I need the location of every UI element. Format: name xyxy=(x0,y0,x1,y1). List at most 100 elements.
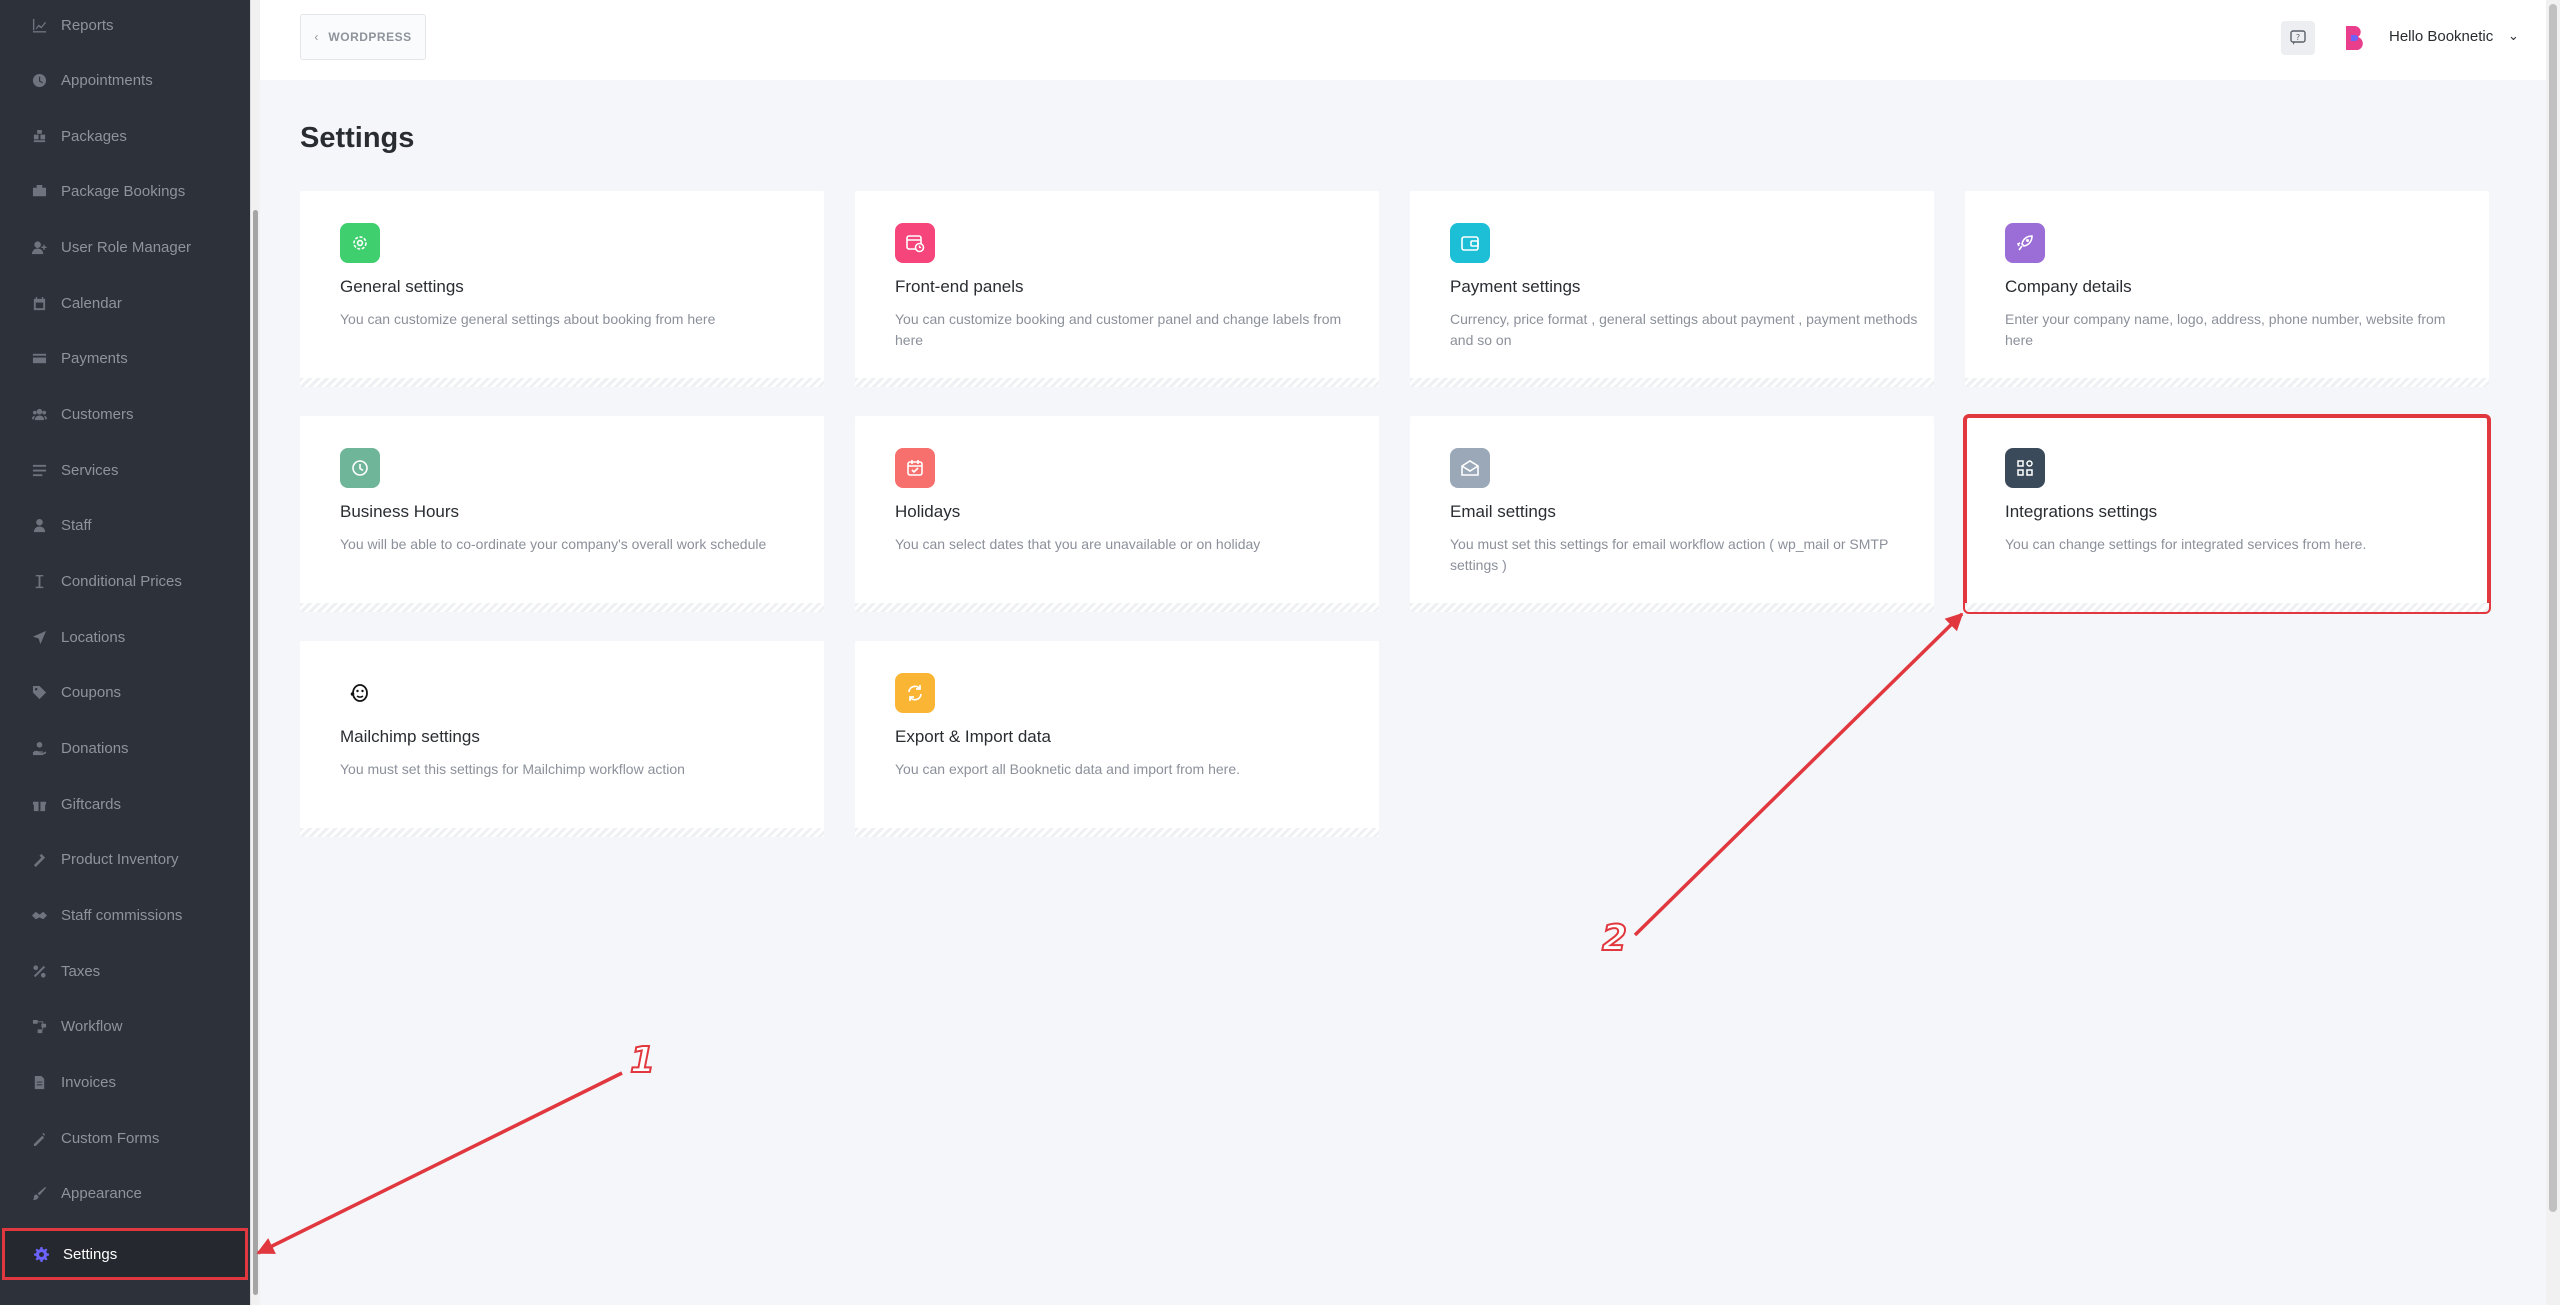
chevron-down-icon[interactable]: ⌄ xyxy=(2508,28,2519,44)
sidebar-item-conditional-prices[interactable]: Conditional Prices xyxy=(0,556,250,606)
sidebar-item-services[interactable]: Services xyxy=(0,445,250,495)
services-icon xyxy=(31,462,47,478)
sidebar-item-product-inventory[interactable]: Product Inventory xyxy=(0,834,250,884)
card-footer-pattern xyxy=(300,828,824,837)
card-description: You must set this settings for Mailchimp… xyxy=(340,761,685,777)
card-footer-pattern xyxy=(855,603,1379,612)
sidebar-item-label: Taxes xyxy=(61,962,101,980)
sidebar-item-locations[interactable]: Locations xyxy=(0,612,250,662)
page-scrollbar-thumb[interactable] xyxy=(2549,4,2557,1212)
gear-icon xyxy=(33,1246,49,1262)
clock-icon xyxy=(340,448,380,488)
card-footer-pattern xyxy=(855,378,1379,387)
staff-icon xyxy=(31,517,47,533)
sidebar-item-label: Custom Forms xyxy=(61,1129,160,1147)
sidebar-item-label: Package Bookings xyxy=(61,182,186,200)
customers-icon xyxy=(31,406,47,422)
sidebar-item-invoices[interactable]: Invoices xyxy=(0,1057,250,1107)
sidebar-item-settings[interactable]: Settings xyxy=(2,1228,248,1280)
sidebar-item-package-bookings[interactable]: Package Bookings xyxy=(0,166,250,216)
invoice-icon xyxy=(31,1074,47,1090)
payments-icon xyxy=(31,350,47,366)
annotation-arrow-2 xyxy=(1633,612,1964,937)
rocket-icon xyxy=(2005,223,2045,263)
gift-icon xyxy=(31,796,47,812)
sidebar-item-appointments[interactable]: Appointments xyxy=(0,55,250,105)
help-button[interactable]: ? xyxy=(2281,21,2315,55)
settings-card-mailchimp[interactable]: Mailchimp settings You must set this set… xyxy=(300,641,824,837)
page-scrollbar[interactable] xyxy=(2546,0,2560,1305)
sidebar-item-taxes[interactable]: Taxes xyxy=(0,946,250,996)
gear-icon xyxy=(340,223,380,263)
sidebar-item-payments[interactable]: Payments xyxy=(0,333,250,383)
sidebar-item-label: Staff xyxy=(61,516,92,534)
sidebar-item-staff-commissions[interactable]: Staff commissions xyxy=(0,890,250,940)
sidebar-item-label: Customers xyxy=(61,405,134,423)
sidebar-item-reports[interactable]: Reports xyxy=(0,0,250,50)
calendar-check-icon xyxy=(895,448,935,488)
sidebar-item-appearance[interactable]: Appearance xyxy=(0,1168,250,1218)
workflow-icon xyxy=(31,1018,47,1034)
help-chat-icon: ? xyxy=(2290,30,2306,45)
custom-forms-icon xyxy=(31,1130,47,1146)
sidebar-item-label: Reports xyxy=(61,16,114,34)
card-footer-pattern xyxy=(1965,603,2489,612)
sidebar-item-label: Payments xyxy=(61,349,128,367)
card-title: Mailchimp settings xyxy=(340,727,480,746)
sidebar-item-packages[interactable]: Packages xyxy=(0,111,250,161)
sidebar-item-label: Appearance xyxy=(61,1184,142,1202)
integrations-icon xyxy=(2005,448,2045,488)
tag-icon xyxy=(31,684,47,700)
sidebar-item-label: Calendar xyxy=(61,294,122,312)
card-title: Company details xyxy=(2005,277,2132,296)
location-arrow-icon xyxy=(31,629,47,645)
card-description: You can change settings for integrated s… xyxy=(2005,536,2367,552)
settings-card-email[interactable]: Email settings You must set this setting… xyxy=(1410,416,1934,612)
calendar-icon xyxy=(31,295,47,311)
sidebar-item-giftcards[interactable]: Giftcards xyxy=(0,779,250,829)
card-footer-pattern xyxy=(300,378,824,387)
sidebar-item-donations[interactable]: Donations xyxy=(0,723,250,773)
sidebar-item-calendar[interactable]: Calendar xyxy=(0,278,250,328)
clock-icon xyxy=(31,72,47,88)
back-button-label: WORDPRESS xyxy=(328,30,412,44)
sidebar-item-label: Settings xyxy=(63,1245,118,1263)
card-description: Enter your company name, logo, address, … xyxy=(2005,311,2446,348)
settings-card-payment[interactable]: Payment settings Currency, price format … xyxy=(1410,191,1934,387)
reports-icon xyxy=(31,17,47,33)
calendar-clock-icon xyxy=(895,223,935,263)
settings-card-export-import[interactable]: Export & Import data You can export all … xyxy=(855,641,1379,837)
sidebar-item-workflow[interactable]: Workflow xyxy=(0,1001,250,1051)
sidebar-item-coupons[interactable]: Coupons xyxy=(0,667,250,717)
settings-card-company-details[interactable]: Company details Enter your company name,… xyxy=(1965,191,2489,387)
sidebar-item-customers[interactable]: Customers xyxy=(0,389,250,439)
user-role-icon xyxy=(31,239,47,255)
settings-card-front-end-panels[interactable]: Front-end panels You can customize booki… xyxy=(855,191,1379,387)
sync-icon xyxy=(895,673,935,713)
settings-card-holidays[interactable]: Holidays You can select dates that you a… xyxy=(855,416,1379,612)
card-footer-pattern xyxy=(300,603,824,612)
settings-card-integrations[interactable]: Integrations settings You can change set… xyxy=(1963,414,2491,614)
sidebar-item-label: Invoices xyxy=(61,1073,117,1091)
sidebar-scrollbar[interactable] xyxy=(250,0,260,1305)
sidebar-item-staff[interactable]: Staff xyxy=(0,500,250,550)
packages-icon xyxy=(31,128,47,144)
sidebar-scrollbar-thumb[interactable] xyxy=(253,210,258,1295)
card-description: You can select dates that you are unavai… xyxy=(895,536,1261,552)
sidebar-item-label: Locations xyxy=(61,628,126,646)
card-title: Email settings xyxy=(1450,502,1556,521)
card-description: You can customize general settings about… xyxy=(340,311,716,327)
booknetic-logo-icon xyxy=(2346,26,2363,50)
card-title: Front-end panels xyxy=(895,277,1024,296)
back-to-wordpress-button[interactable]: ‹ WORDPRESS xyxy=(300,14,426,60)
sidebar-item-label: Giftcards xyxy=(61,795,122,813)
sidebar-item-label: Appointments xyxy=(61,71,153,89)
sidebar-item-user-role-manager[interactable]: User Role Manager xyxy=(0,222,250,272)
mailchimp-icon xyxy=(340,673,380,713)
sidebar-item-custom-forms[interactable]: Custom Forms xyxy=(0,1113,250,1163)
brush-icon xyxy=(31,1185,47,1201)
user-greeting[interactable]: Hello Booknetic xyxy=(2389,28,2493,45)
settings-card-business-hours[interactable]: Business Hours You will be able to co-or… xyxy=(300,416,824,612)
card-description: Currency, price format , general setting… xyxy=(1450,311,1918,348)
settings-card-general[interactable]: General settings You can customize gener… xyxy=(300,191,824,387)
